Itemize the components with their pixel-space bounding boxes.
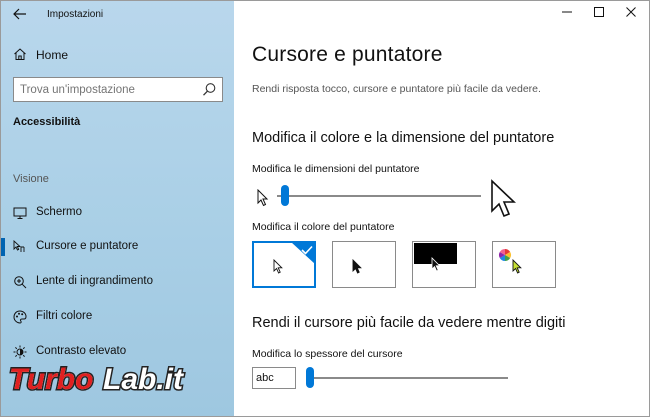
group-label: Visione xyxy=(13,173,49,185)
monitor-icon xyxy=(13,206,27,220)
green-pointer-icon xyxy=(512,259,522,274)
pointer-color-inverted[interactable] xyxy=(412,241,476,288)
title-bar: Impostazioni xyxy=(1,1,234,29)
cursor-section-title: Rendi il cursore più facile da vedere me… xyxy=(252,315,566,331)
pointer-section-title: Modifica il colore e la dimensione del p… xyxy=(252,130,555,146)
svg-text:Lab.it: Lab.it xyxy=(103,363,185,396)
sidebar-item-filtri[interactable]: Filtri colore xyxy=(1,304,234,330)
cursor-preview-box[interactable] xyxy=(252,367,296,389)
close-button[interactable] xyxy=(615,1,647,27)
sidebar-item-label: Filtri colore xyxy=(36,310,93,322)
sidebar-item-label: Schermo xyxy=(36,206,83,218)
search-icon[interactable] xyxy=(202,82,217,97)
svg-text:Turbo: Turbo xyxy=(9,363,93,396)
home-icon xyxy=(13,47,27,61)
cursor-thickness-track[interactable] xyxy=(306,377,508,379)
magnifier-icon xyxy=(13,275,27,289)
sidebar: Impostazioni Home Accessibilità Visione … xyxy=(1,1,234,416)
pointer-color-custom[interactable] xyxy=(492,241,556,288)
pointer-size-label: Modifica le dimensioni del puntatore xyxy=(252,163,420,175)
minimize-button[interactable] xyxy=(551,1,583,27)
watermark-logo: Turbo Turbo Lab.it xyxy=(1,341,234,416)
maximize-button[interactable] xyxy=(583,1,615,27)
sidebar-item-schermo[interactable]: Schermo xyxy=(1,200,234,226)
sidebar-item-cursore[interactable]: Cursore e puntatore xyxy=(1,234,234,260)
search-input[interactable] xyxy=(20,81,190,98)
section-title: Accessibilità xyxy=(13,116,81,128)
pointer-color-white[interactable] xyxy=(252,241,316,288)
sidebar-item-home[interactable]: Home xyxy=(1,43,234,67)
color-wheel-icon xyxy=(498,249,512,261)
cursor-preview-input[interactable] xyxy=(256,370,294,386)
search-field[interactable] xyxy=(13,77,223,102)
cursor-thickness-label: Modifica lo spessore del cursore xyxy=(252,348,403,360)
pointer-size-slider[interactable] xyxy=(280,185,289,206)
color-palette-icon xyxy=(13,310,27,324)
settings-window: Impostazioni Home Accessibilità Visione … xyxy=(0,0,650,417)
page-title: Cursore e puntatore xyxy=(252,43,443,66)
pointer-color-label: Modifica il colore del puntatore xyxy=(252,221,395,233)
back-arrow-icon[interactable] xyxy=(9,5,31,25)
sidebar-item-label: Cursore e puntatore xyxy=(36,240,139,252)
app-title: Impostazioni xyxy=(47,9,104,20)
sidebar-item-label: Home xyxy=(36,48,69,62)
inverted-pointer-icon xyxy=(431,257,441,272)
cursor-pointer-icon xyxy=(13,239,27,254)
pointer-color-black[interactable] xyxy=(332,241,396,288)
small-pointer-icon xyxy=(257,188,269,212)
pointer-size-track[interactable] xyxy=(277,195,481,197)
large-pointer-icon xyxy=(490,179,520,224)
page-description: Rendi risposta tocco, cursore e puntator… xyxy=(252,83,541,95)
black-pointer-icon xyxy=(352,259,362,274)
checkmark-icon xyxy=(291,242,315,264)
sidebar-item-lente[interactable]: Lente di ingrandimento xyxy=(1,269,234,295)
white-pointer-icon xyxy=(273,259,283,274)
sidebar-item-label: Lente di ingrandimento xyxy=(36,275,153,287)
cursor-thickness-slider[interactable] xyxy=(306,367,314,388)
